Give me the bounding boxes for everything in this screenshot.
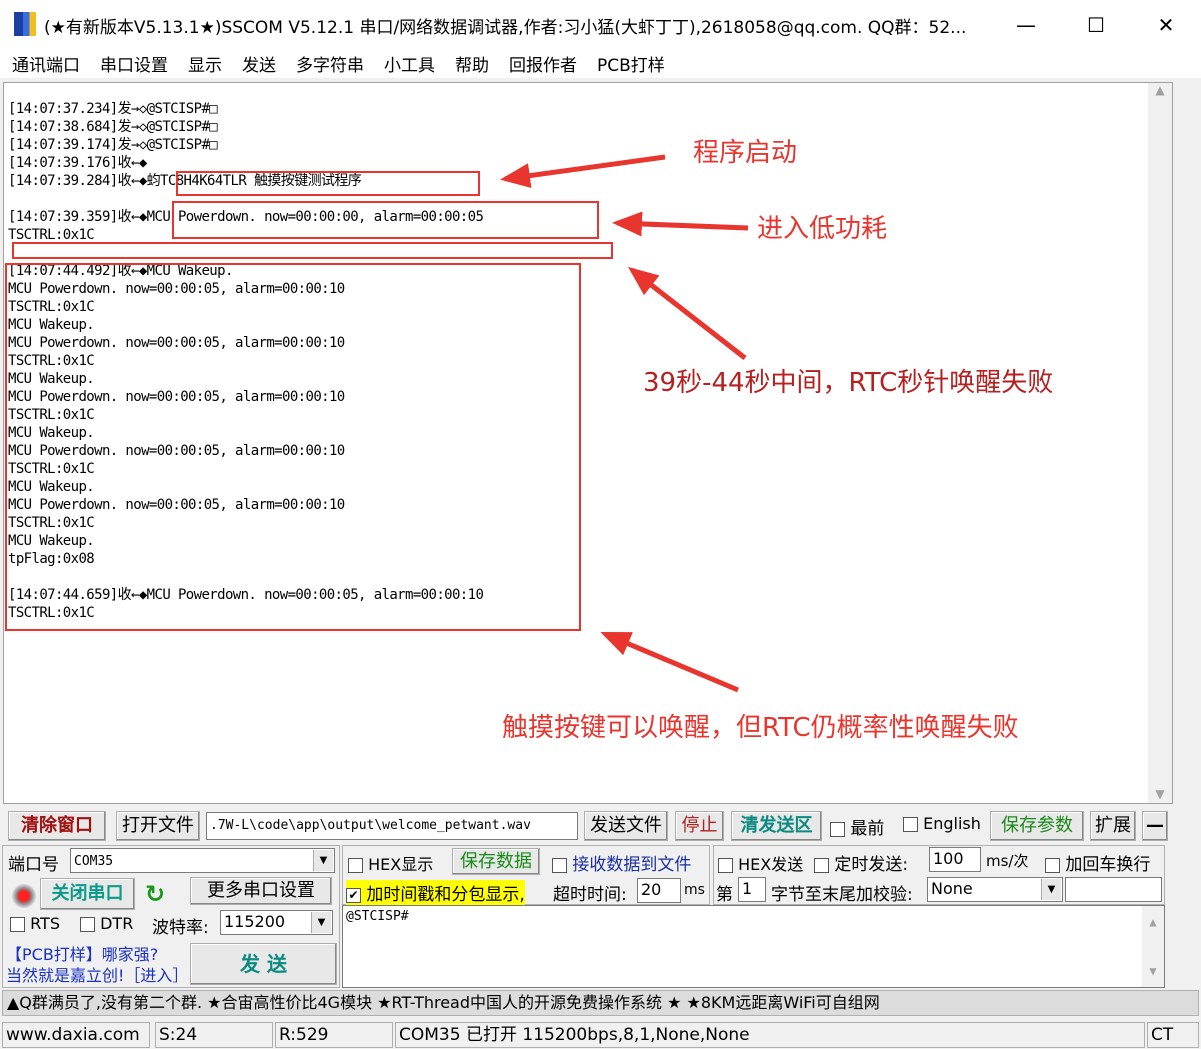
- port-label: 端口号: [8, 855, 59, 875]
- timed-send-label: 定时发送:: [834, 855, 909, 875]
- send-scrollbar[interactable]: ▲ ▼: [1142, 906, 1164, 987]
- port-select[interactable]: COM35 ▼: [70, 848, 335, 873]
- dtr-checkbox[interactable]: DTR: [80, 914, 133, 933]
- chevron-down-icon[interactable]: ▼: [1041, 879, 1061, 900]
- baud-value: 115200: [224, 912, 286, 931]
- status-site[interactable]: www.daxia.com: [2, 1022, 150, 1048]
- english-checkbox[interactable]: English: [903, 814, 981, 833]
- checkbox-icon[interactable]: [552, 857, 567, 873]
- rts-label: RTS: [30, 914, 60, 933]
- send-file-button[interactable]: 发送文件: [584, 811, 668, 841]
- checksum-value: None: [931, 879, 973, 898]
- send-text: @STCISP#: [346, 909, 409, 924]
- chevron-down-icon[interactable]: ▼: [311, 912, 331, 933]
- checkbox-icon[interactable]: [830, 821, 845, 837]
- rts-checkbox[interactable]: RTS: [10, 914, 60, 933]
- close-port-button[interactable]: 关闭串口: [40, 878, 135, 910]
- annotation-startup: 程序启动: [693, 138, 798, 168]
- status-recv-count: R:529: [275, 1022, 393, 1048]
- checkbox-icon[interactable]: [10, 917, 25, 932]
- arrow-icon: [500, 154, 666, 188]
- add-crlf-checkbox[interactable]: 加回车换行: [1045, 850, 1150, 875]
- nth-label: 第: [716, 885, 733, 905]
- port-status-indicator-icon: [12, 884, 36, 908]
- ad-ticker[interactable]: ▲Q群满员了,没有第二个群. ★合宙高性价比4G模块 ★RT-Thread中国人…: [2, 990, 1199, 1016]
- annotation-powerdown: 进入低功耗: [757, 214, 888, 244]
- pcb-ad-link[interactable]: 【PCB打样】哪家强? 当然就是嘉立创!［进入］: [6, 944, 188, 986]
- arrow-icon: [600, 631, 739, 693]
- open-file-button[interactable]: 打开文件: [116, 811, 200, 841]
- dtr-label: DTR: [100, 914, 134, 933]
- ad-line: 【PCB打样】哪家强?: [6, 945, 159, 964]
- hex-send-checkbox[interactable]: HEX发送: [718, 851, 803, 875]
- checkbox-icon[interactable]: [1045, 857, 1060, 873]
- timestamp-checkbox[interactable]: ✔ 加时间戳和分包显示,: [346, 880, 525, 905]
- annotation-touch-wake: 触摸按键可以唤醒，但RTC仍概率性唤醒失败: [502, 713, 1019, 743]
- timed-send-checkbox[interactable]: 定时发送:: [814, 850, 908, 875]
- more-settings-button[interactable]: 更多串口设置: [190, 877, 332, 905]
- stop-button[interactable]: 停止: [675, 811, 724, 841]
- checkbox-checked-icon[interactable]: ✔: [346, 887, 361, 903]
- english-label: English: [923, 814, 981, 833]
- hex-send-label: HEX发送: [738, 855, 804, 874]
- topmost-checkbox[interactable]: 最前: [830, 814, 884, 839]
- checkbox-icon[interactable]: [903, 817, 918, 832]
- checkbox-icon[interactable]: [348, 858, 363, 873]
- send-button[interactable]: 发 送: [190, 943, 337, 985]
- chevron-down-icon[interactable]: ▼: [313, 850, 333, 871]
- arrow-icon: [612, 211, 749, 237]
- save-data-button[interactable]: 保存数据: [452, 848, 540, 875]
- timeout-unit: ms: [684, 882, 705, 898]
- ad-line: 当然就是嘉立创!［进入］: [6, 966, 189, 985]
- status-sent-count: S:24: [155, 1022, 273, 1048]
- save-params-button[interactable]: 保存参数: [990, 811, 1084, 841]
- annotation-rtc-fail: 39秒-44秒中间，RTC秒针唤醒失败: [643, 368, 1054, 398]
- recv-to-file-checkbox[interactable]: 接收数据到文件: [552, 850, 691, 875]
- nth-input[interactable]: 1: [738, 877, 766, 902]
- topmost-label: 最前: [850, 819, 885, 839]
- send-textarea[interactable]: @STCISP# ▲ ▼: [342, 905, 1165, 988]
- timeout-input[interactable]: 20: [637, 878, 681, 903]
- baud-select[interactable]: 115200 ▼: [220, 910, 333, 935]
- checkbox-icon[interactable]: [814, 857, 829, 873]
- scroll-down-icon[interactable]: ▼: [1142, 961, 1164, 981]
- interval-unit: ms/次: [986, 852, 1029, 870]
- checksum-label: 字节至末尾加校验:: [771, 885, 913, 905]
- clear-send-button[interactable]: 清发送区: [731, 811, 822, 841]
- expand-button[interactable]: 扩展: [1090, 811, 1136, 841]
- arrow-icon: [628, 266, 747, 360]
- add-crlf-label: 加回车换行: [1065, 855, 1151, 875]
- hex-display-label: HEX显示: [368, 855, 434, 874]
- checksum-extra-input[interactable]: [1065, 877, 1162, 902]
- status-ct: CT: [1147, 1022, 1199, 1048]
- baud-label: 波特率:: [152, 918, 209, 938]
- checkbox-icon[interactable]: [80, 917, 95, 932]
- timestamp-label: 加时间戳和分包显示,: [366, 885, 525, 905]
- status-port: COM35 已打开 115200bps,8,1,None,None: [395, 1022, 1145, 1048]
- port-value: COM35: [74, 854, 114, 869]
- annotation-arrows: [500, 154, 749, 693]
- refresh-icon[interactable]: ↻: [145, 880, 165, 908]
- timeout-label: 超时时间:: [553, 885, 627, 905]
- scroll-up-icon[interactable]: ▲: [1142, 912, 1164, 932]
- recv-to-file-label: 接收数据到文件: [572, 855, 692, 875]
- checksum-select[interactable]: None ▼: [927, 877, 1063, 902]
- interval-input[interactable]: 100: [929, 847, 981, 872]
- clear-window-button[interactable]: 清除窗口: [8, 811, 106, 841]
- checkbox-icon[interactable]: [718, 858, 733, 873]
- collapse-button[interactable]: —: [1142, 811, 1168, 841]
- file-path-input[interactable]: .7W-L\code\app\output\welcome_petwant.wa…: [206, 812, 578, 840]
- hex-display-checkbox[interactable]: HEX显示: [348, 851, 433, 875]
